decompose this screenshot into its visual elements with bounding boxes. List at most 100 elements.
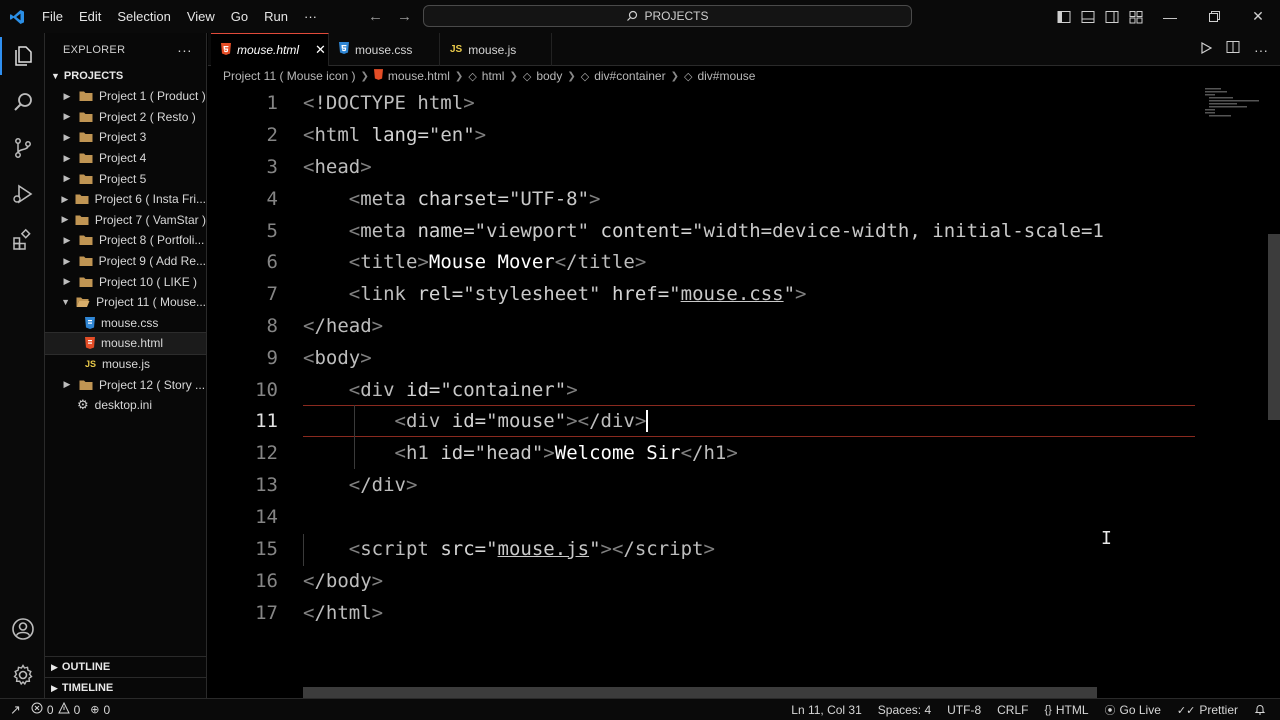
horizontal-scroll-thumb[interactable] <box>303 687 1097 698</box>
menu-selection[interactable]: Selection <box>109 0 178 33</box>
code-line[interactable]: 2 <html lang="en"> <box>208 119 1208 151</box>
folder-item[interactable]: ▶ Project 9 ( Add Re... <box>45 251 206 272</box>
folder-item[interactable]: ▼ Project 11 ( Mouse... <box>45 292 206 313</box>
vertical-scrollbar[interactable] <box>1268 86 1280 698</box>
code-editor[interactable]: 1 <!DOCTYPE html> 2 <html lang="en"> 3 <… <box>208 86 1280 698</box>
menu-go[interactable]: Go <box>223 0 256 33</box>
more-actions-icon[interactable]: ··· <box>1254 42 1268 58</box>
code-line[interactable]: 10 <div id="container"> <box>208 374 1208 406</box>
code-line[interactable]: 17 </html> <box>208 597 1208 629</box>
tab-mouse-css[interactable]: mouse.css <box>329 33 440 66</box>
breadcrumb-body[interactable]: body <box>536 69 562 83</box>
folder-item[interactable]: ▶ Project 6 ( Insta Fri... <box>45 189 206 210</box>
code-line[interactable]: 8 </head> <box>208 310 1208 342</box>
split-editor-icon[interactable] <box>1226 40 1240 59</box>
tree-item-label: Project 7 ( VamStar ) <box>94 212 206 227</box>
remote-icon[interactable]: ↗ <box>10 702 21 718</box>
code-line-current[interactable]: 11 <div id="mouse"></div> <box>208 405 1208 437</box>
run-debug-icon[interactable] <box>0 171 45 217</box>
close-icon[interactable]: ✕ <box>315 42 326 58</box>
menu-run[interactable]: Run <box>256 0 296 33</box>
chevron-right-icon: ❯ <box>509 70 518 82</box>
indentation[interactable]: Spaces: 4 <box>878 703 931 717</box>
restore-button[interactable] <box>1192 0 1236 33</box>
manage-gear-icon[interactable] <box>0 652 45 698</box>
cursor-position[interactable]: Ln 11, Col 31 <box>791 703 862 717</box>
outline-section[interactable]: ▶ OUTLINE <box>45 656 207 677</box>
notifications-bell-icon[interactable] <box>1254 703 1266 718</box>
search-icon[interactable] <box>0 79 45 125</box>
end-of-line[interactable]: CRLF <box>997 703 1028 717</box>
explorer-icon[interactable] <box>0 33 45 79</box>
code-line[interactable]: 1 <!DOCTYPE html> <box>208 87 1208 119</box>
folder-item[interactable]: ▶ Project 10 ( LIKE ) <box>45 271 206 292</box>
tree-item-label: Project 12 ( Story ... <box>99 377 206 392</box>
js-file-icon: JS <box>450 44 463 55</box>
line-number: 4 <box>266 188 278 210</box>
file-item[interactable]: mouse.html <box>44 332 207 355</box>
breadcrumb-folder[interactable]: Project 11 ( Mouse icon ) <box>223 69 356 83</box>
folder-item[interactable]: ▶ Project 1 ( Product ) <box>45 86 206 107</box>
vscode-logo-icon[interactable] <box>0 0 34 33</box>
breadcrumb-mouse[interactable]: div#mouse <box>697 69 755 83</box>
file-item[interactable]: mouse.css <box>45 313 206 334</box>
folder-item[interactable]: ▶ Project 3 <box>45 127 206 148</box>
run-play-icon[interactable] <box>1200 41 1213 59</box>
more-actions-icon[interactable]: ··· <box>177 42 192 58</box>
file-item[interactable]: JS mouse.js <box>45 354 206 375</box>
prettier-status[interactable]: ✓✓ Prettier <box>1177 703 1238 717</box>
code-line[interactable]: 5 <meta name="viewport" content="width=d… <box>208 215 1208 247</box>
chevron-right-icon: ❯ <box>567 70 576 82</box>
menu-file[interactable]: File <box>34 0 71 33</box>
folder-item[interactable]: ▶ Project 5 <box>45 168 206 189</box>
code-line[interactable]: 6 <title>Mouse Mover</title> <box>208 246 1208 278</box>
code-line[interactable]: 9 <body> <box>208 342 1208 374</box>
toggle-panel-icon[interactable] <box>1076 0 1100 33</box>
vertical-scroll-thumb[interactable] <box>1268 234 1280 420</box>
minimize-button[interactable]: — <box>1148 0 1192 33</box>
folder-item[interactable]: ▶ Project 8 ( Portfoli... <box>45 230 206 251</box>
customize-layout-icon[interactable] <box>1124 0 1148 33</box>
code-line[interactable]: 7 <link rel="stylesheet" href="mouse.css… <box>208 278 1208 310</box>
forward-arrow-icon[interactable]: → <box>397 8 412 25</box>
breadcrumb-html[interactable]: html <box>482 69 505 83</box>
editor-tabs: mouse.html ✕ mouse.css JS mouse.js ··· <box>208 33 1280 66</box>
go-live-button[interactable]: ⦿ Go Live <box>1105 702 1161 718</box>
problems-status[interactable]: 0 0 <box>31 701 80 717</box>
code-line[interactable]: 13 </div> <box>208 469 1208 501</box>
ports-status[interactable]: ⊕ 0 <box>90 703 110 717</box>
breadcrumb-file[interactable]: mouse.html <box>388 69 450 83</box>
folder-item[interactable]: ▶ Project 7 ( VamStar ) <box>45 210 206 231</box>
language-mode[interactable]: {} HTML <box>1044 703 1088 717</box>
folder-item[interactable]: ▶ Project 12 ( Story ... <box>45 374 206 395</box>
timeline-section[interactable]: ▶ TIMELINE <box>45 677 207 698</box>
source-control-icon[interactable] <box>0 125 45 171</box>
tab-mouse-html[interactable]: mouse.html ✕ <box>211 33 329 66</box>
projects-section-header[interactable]: ▼ PROJECTS <box>45 66 206 86</box>
extensions-icon[interactable] <box>0 217 45 263</box>
minimap[interactable] <box>1201 86 1259 126</box>
code-line[interactable]: 15 <script src="mouse.js"></script> <box>208 533 1208 565</box>
code-line[interactable]: 3 <head> <box>208 151 1208 183</box>
folder-icon <box>79 255 93 267</box>
account-icon[interactable] <box>0 606 45 652</box>
code-line[interactable]: 16 </body> <box>208 565 1208 597</box>
toggle-secondary-sidebar-icon[interactable] <box>1100 0 1124 33</box>
breadcrumb-container[interactable]: div#container <box>594 69 665 83</box>
menu-more[interactable]: ··· <box>296 0 325 33</box>
code-line[interactable]: 12 <h1 id="head">Welcome Sir</h1> <box>208 437 1208 469</box>
menu-view[interactable]: View <box>179 0 223 33</box>
toggle-primary-sidebar-icon[interactable] <box>1052 0 1076 33</box>
close-button[interactable]: ✕ <box>1236 0 1280 33</box>
menu-edit[interactable]: Edit <box>71 0 109 33</box>
command-center-search[interactable]: PROJECTS <box>423 5 912 27</box>
file-item[interactable]: ⚙ desktop.ini <box>45 395 206 416</box>
code-line[interactable]: 4 <meta charset="UTF-8"> <box>208 183 1208 215</box>
back-arrow-icon[interactable]: ← <box>368 8 383 25</box>
tab-mouse-js[interactable]: JS mouse.js <box>440 33 552 66</box>
chevron-right-icon: ▶ <box>63 131 71 142</box>
folder-item[interactable]: ▶ Project 4 <box>45 148 206 169</box>
encoding[interactable]: UTF-8 <box>947 703 981 717</box>
folder-item[interactable]: ▶ Project 2 ( Resto ) <box>45 107 206 128</box>
code-line[interactable]: 14 <box>208 501 1208 533</box>
